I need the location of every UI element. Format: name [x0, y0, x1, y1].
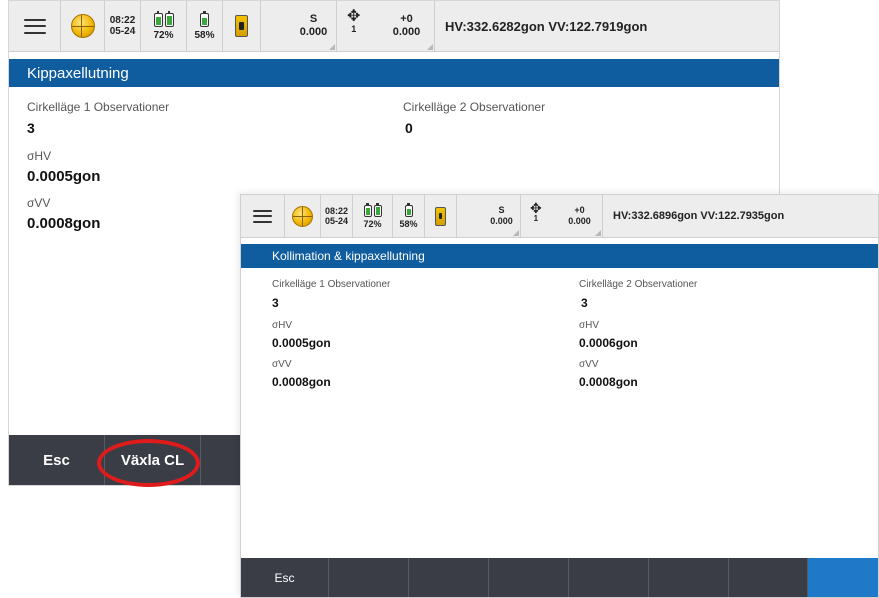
battery-percent: 72%	[363, 218, 382, 229]
switch-face-button[interactable]: Växla CL	[105, 435, 201, 485]
battery-icon	[153, 11, 163, 27]
instrument-button[interactable]	[425, 195, 457, 237]
angles-readout[interactable]: HV:332.6896gon VV:122.7935gon	[603, 195, 878, 237]
esc-button[interactable]: Esc	[9, 435, 105, 485]
softkey-empty[interactable]	[729, 558, 808, 597]
offset-label: +0	[574, 205, 585, 216]
battery-percent: 72%	[153, 30, 174, 41]
battery-icon	[404, 202, 413, 217]
svv-value: 0.0008gon	[27, 215, 101, 232]
softkey-empty[interactable]	[649, 558, 729, 597]
battery-icon	[164, 11, 174, 27]
page-title: Kippaxellutning	[9, 59, 779, 87]
target-button[interactable]: ✥ 1 +0 0.000	[337, 1, 435, 51]
softkey-empty[interactable]	[329, 558, 409, 597]
svv-value-cl1: 0.0008gon	[272, 375, 331, 389]
esc-button[interactable]: Esc	[241, 558, 329, 597]
battery-controller[interactable]: 72%	[353, 195, 393, 237]
date-text: 05-24	[109, 26, 136, 37]
globe-icon	[70, 14, 95, 38]
softkey-empty[interactable]	[409, 558, 489, 597]
status-bar: 08:22 05-24 72% 58% S 0.000 ✥ 1 +0 0.000…	[9, 1, 779, 52]
obs-value-cl2: 3	[581, 296, 588, 310]
mode-value: 0.000	[299, 26, 328, 38]
menu-button[interactable]	[241, 195, 285, 237]
measure-mode-button[interactable]: S 0.000	[457, 195, 521, 237]
obs-value-cl1: 3	[272, 296, 279, 310]
total-station-icon	[435, 206, 446, 226]
date-text: 05-24	[324, 216, 349, 226]
measure-mode-button[interactable]: S 0.000	[261, 1, 337, 51]
prism-icon: ✥	[530, 200, 542, 216]
gnss-button[interactable]	[61, 1, 105, 51]
prism-count: 1	[351, 24, 357, 34]
battery-icon	[373, 202, 382, 217]
time-text: 08:22	[324, 205, 349, 216]
gnss-button[interactable]	[285, 195, 321, 237]
battery-percent: 58%	[399, 218, 418, 229]
prism-icon: ✥	[347, 8, 361, 25]
globe-icon	[292, 205, 313, 227]
datetime-cell: 08:22 05-24	[105, 1, 141, 51]
svv-value-cl2: 0.0008gon	[579, 375, 638, 389]
accept-button[interactable]	[808, 558, 878, 597]
shv-value: 0.0005gon	[27, 168, 101, 185]
mode-label: S	[498, 205, 505, 216]
hamburger-icon	[23, 18, 46, 34]
prism-count: 1	[533, 214, 539, 223]
obs-label-cl1: Cirkelläge 1 Observationer	[272, 279, 391, 290]
mode-label: S	[309, 12, 318, 25]
shv-label-cl2: σHV	[579, 320, 600, 331]
obs-value-cl1: 3	[27, 120, 35, 136]
offset-value: 0.000	[392, 26, 421, 38]
menu-button[interactable]	[9, 1, 61, 51]
svv-label-cl2: σVV	[579, 359, 599, 370]
target-button[interactable]: ✥ 1 +0 0.000	[521, 195, 603, 237]
battery-icon	[200, 11, 209, 27]
obs-label-cl1: Cirkelläge 1 Observationer	[27, 100, 170, 114]
obs-label-cl2: Cirkelläge 2 Observationer	[403, 100, 546, 114]
battery-instrument[interactable]: 58%	[393, 195, 425, 237]
shv-value-cl1: 0.0005gon	[272, 336, 331, 350]
softkey-bar: Esc	[241, 558, 878, 597]
battery-icon	[363, 202, 372, 217]
battery-instrument[interactable]: 58%	[187, 1, 223, 51]
instrument-button[interactable]	[223, 1, 261, 51]
time-text: 08:22	[109, 14, 136, 26]
page-title: Kollimation & kippaxellutning	[241, 244, 878, 268]
hamburger-icon	[253, 209, 272, 223]
softkey-empty[interactable]	[489, 558, 569, 597]
svv-label: σVV	[27, 196, 51, 210]
angles-readout[interactable]: HV:332.6282gon VV:122.7919gon	[435, 1, 779, 51]
total-station-icon	[235, 15, 248, 37]
offset-label: +0	[400, 12, 413, 25]
datetime-cell: 08:22 05-24	[321, 195, 353, 237]
front-screen: 08:22 05-24 72% 58% S 0.000 ✥ 1 +0 0.000…	[240, 194, 879, 598]
shv-value-cl2: 0.0006gon	[579, 336, 638, 350]
battery-percent: 58%	[194, 30, 215, 41]
obs-value-cl2: 0	[405, 120, 413, 136]
svv-label-cl1: σVV	[272, 359, 292, 370]
shv-label-cl1: σHV	[272, 320, 293, 331]
softkey-empty[interactable]	[569, 558, 649, 597]
mode-value: 0.000	[490, 216, 513, 226]
shv-label: σHV	[27, 149, 52, 163]
battery-controller[interactable]: 72%	[141, 1, 187, 51]
obs-label-cl2: Cirkelläge 2 Observationer	[579, 279, 698, 290]
offset-value: 0.000	[568, 216, 591, 226]
status-bar: 08:22 05-24 72% 58% S 0.000 ✥ 1 +0 0.000…	[241, 195, 878, 238]
